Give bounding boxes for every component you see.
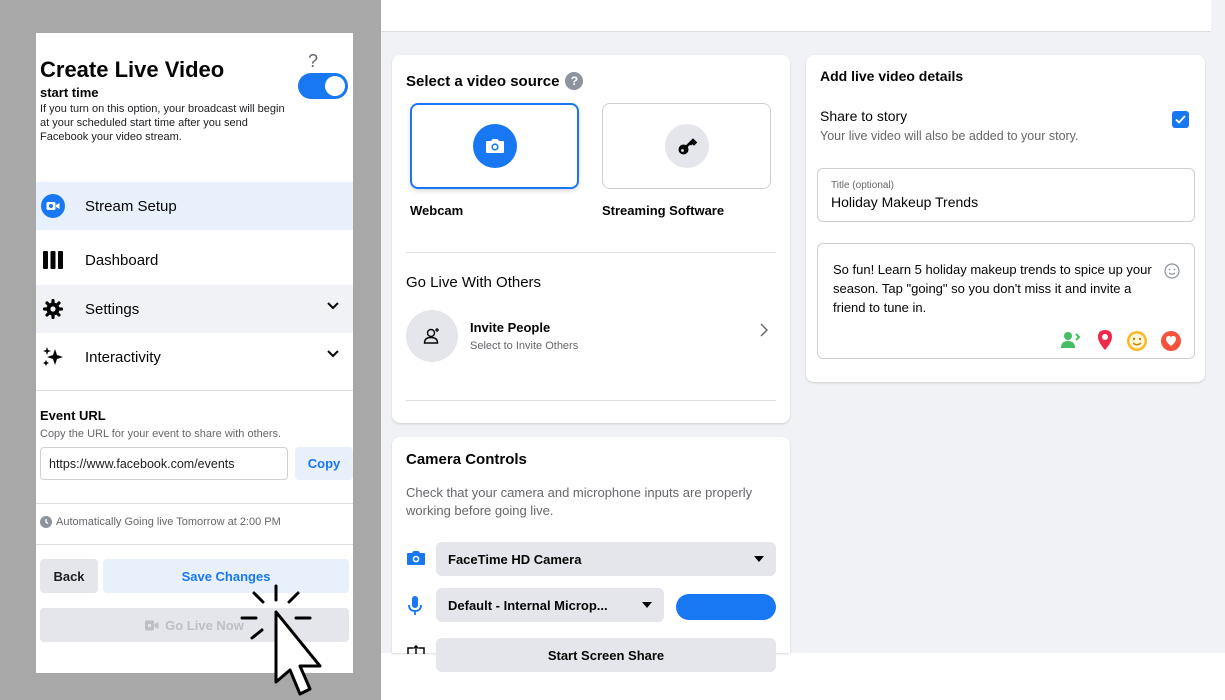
live-details-title: Add live video details	[820, 68, 964, 84]
nav-item-dashboard[interactable]: Dashboard	[36, 236, 353, 284]
go-live-now-label: Go Live Now	[165, 617, 244, 633]
camera-icon	[407, 551, 425, 565]
camera-controls-title: Camera Controls	[406, 451, 527, 468]
top-bar	[381, 0, 1211, 32]
location-pin-icon[interactable]	[1096, 329, 1114, 351]
streaming-software-label: Streaming Software	[602, 203, 725, 218]
webcam-option[interactable]	[410, 103, 579, 189]
webcam-label: Webcam	[410, 203, 464, 218]
dashboard-icon	[40, 247, 66, 273]
invite-people-subtitle: Select to Invite Others	[470, 340, 579, 352]
caret-down-icon	[754, 556, 764, 562]
mic-level-meter	[676, 594, 776, 620]
back-button[interactable]: Back	[40, 559, 98, 593]
create-live-panel: Create Live Video ? start time If you tu…	[36, 33, 353, 673]
title-field-value: Holiday Makeup Trends	[831, 194, 979, 210]
camera-controls-description: Check that your camera and microphone in…	[406, 485, 753, 518]
start-time-label: start time	[40, 85, 99, 100]
chevron-down-icon	[327, 302, 339, 310]
camera-icon	[472, 124, 517, 168]
go-live-with-others-heading: Go Live With Others	[406, 274, 542, 291]
event-url-description: Copy the URL for your event to share wit…	[40, 428, 282, 440]
invite-people-title[interactable]: Invite People	[470, 320, 550, 335]
feeling-icon[interactable]	[1126, 330, 1148, 352]
chevron-down-icon	[327, 350, 339, 358]
microphone-select-value: Default - Internal Microp...	[448, 597, 608, 613]
event-url-field[interactable]: https://www.facebook.com/events	[40, 447, 288, 480]
phone-frame: Create Live Video ? start time If you tu…	[0, 0, 381, 700]
divider	[406, 400, 776, 401]
start-screen-share-button[interactable]: Start Screen Share	[436, 638, 776, 672]
microphone-icon	[408, 596, 422, 615]
nav-item-stream-setup[interactable]: Stream Setup	[36, 182, 353, 230]
event-url-heading: Event URL	[40, 408, 106, 423]
nav-label-interactivity: Interactivity	[85, 348, 161, 366]
share-to-story-checkbox[interactable]	[1172, 111, 1189, 128]
video-source-title: Select a video source	[406, 72, 560, 90]
description-field[interactable]: So fun! Learn 5 holiday makeup trends to…	[817, 243, 1195, 359]
nav-label-settings: Settings	[85, 300, 140, 318]
nav-label-stream-setup: Stream Setup	[85, 197, 177, 215]
clock-icon	[40, 516, 52, 528]
caret-down-icon	[642, 602, 652, 608]
sparkle-icon	[40, 344, 66, 370]
camera-select-value: FaceTime HD Camera	[448, 551, 582, 567]
tag-people-icon[interactable]	[1060, 331, 1082, 349]
copy-button[interactable]: Copy	[295, 447, 353, 480]
microphone-select[interactable]: Default - Internal Microp...	[436, 588, 664, 622]
nav-label-dashboard: Dashboard	[85, 251, 159, 269]
help-icon[interactable]: ?	[308, 51, 318, 72]
share-to-story-label: Share to story	[820, 108, 908, 124]
chevron-right-icon[interactable]	[760, 323, 768, 337]
pointer-cursor-icon	[240, 584, 322, 696]
video-icon	[145, 620, 159, 630]
auto-live-notice: Automatically Going live Tomorrow at 2:0…	[40, 516, 281, 528]
video-source-heading: Select a video source ?	[406, 72, 584, 90]
gear-icon	[40, 296, 66, 322]
key-icon	[664, 124, 709, 168]
panel-title: Create Live Video	[40, 57, 225, 82]
divider	[36, 390, 353, 391]
camera-icon	[40, 193, 66, 219]
title-field[interactable]: Title (optional) Holiday Makeup Trends	[817, 168, 1195, 222]
nav-item-interactivity[interactable]: Interactivity	[36, 333, 353, 381]
camera-controls-card: Camera Controls Check that your camera a…	[392, 437, 790, 672]
divider	[406, 252, 776, 253]
camera-select[interactable]: FaceTime HD Camera	[436, 542, 776, 576]
streaming-software-option[interactable]	[602, 103, 771, 189]
video-source-card: Select a video source ? Webcam Streaming…	[392, 55, 790, 423]
nav-item-settings[interactable]: Settings	[36, 285, 353, 333]
title-field-label: Title (optional)	[831, 180, 894, 191]
emoji-icon[interactable]	[1164, 263, 1180, 279]
description-value: So fun! Learn 5 holiday makeup trends to…	[833, 262, 1152, 315]
checkmark-icon	[1175, 115, 1186, 124]
divider	[36, 503, 353, 504]
live-details-card: Add live video details Share to story Yo…	[806, 55, 1205, 382]
divider	[36, 544, 353, 545]
screen-share-icon	[407, 645, 425, 654]
auto-live-text: Automatically Going live Tomorrow at 2:0…	[56, 516, 281, 528]
start-time-toggle[interactable]	[298, 73, 348, 99]
sticker-icon[interactable]	[1160, 330, 1182, 352]
start-time-description: If you turn on this option, your broadca…	[40, 103, 285, 143]
info-icon[interactable]: ?	[565, 72, 584, 90]
add-person-icon	[406, 310, 458, 362]
share-to-story-description: Your live video will also be added to yo…	[820, 129, 1079, 143]
